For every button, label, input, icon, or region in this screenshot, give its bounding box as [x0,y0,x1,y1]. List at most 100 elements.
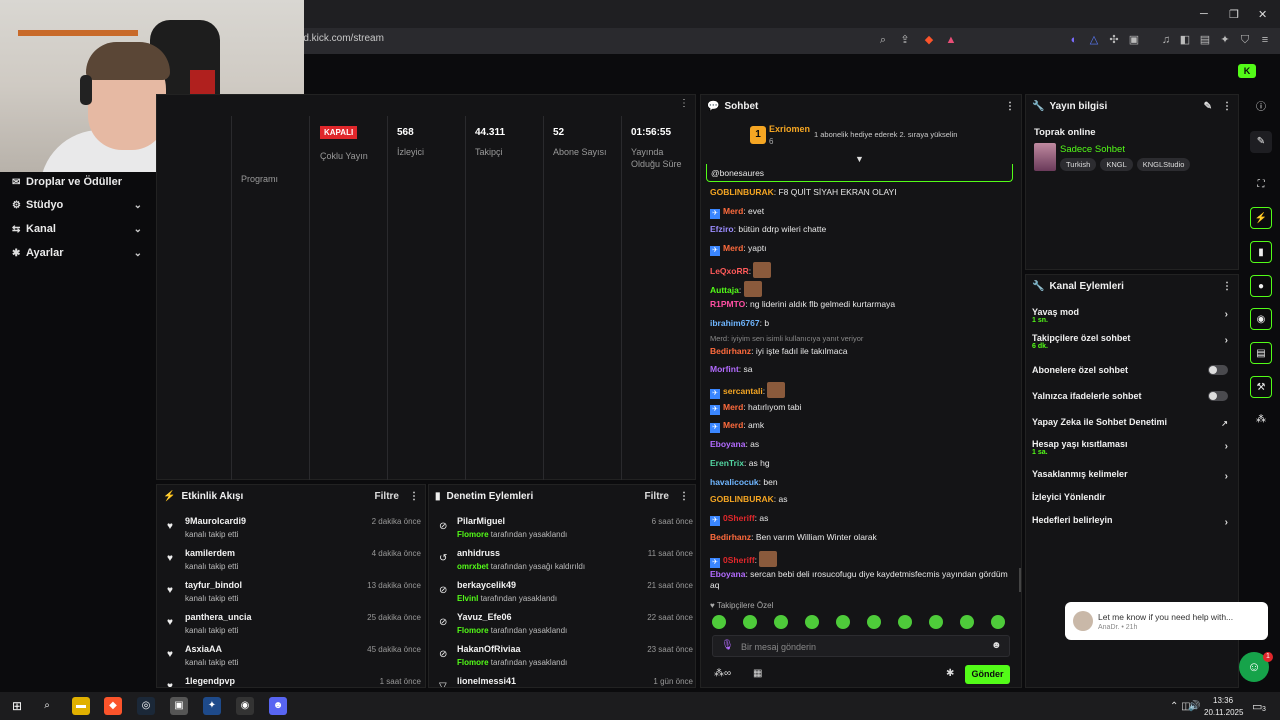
channel-action-item[interactable]: Hesap yaşı kısıtlaması 1 sa. › [1032,439,1234,456]
layers-icon[interactable]: ▤ [1250,342,1272,364]
chat-username[interactable]: Bedirhanz [710,532,751,542]
channel-action-item[interactable]: Yavaş mod 1 sn. › [1032,307,1234,324]
more-options-icon[interactable]: ⋮ [1222,101,1232,112]
crop-icon[interactable]: ⛶ [1250,174,1272,196]
app-icon[interactable]: ✦ [203,697,221,715]
brave-icon[interactable]: ◆ [104,697,122,715]
chat-username[interactable]: R1PMTO [710,299,745,309]
moderator-name[interactable]: Flomore [457,658,489,667]
store-icon[interactable]: ▦ [753,668,762,679]
sidebar-icon[interactable]: ◧ [1178,33,1192,47]
clock-time[interactable]: 13:36 [1213,696,1233,705]
chat-message[interactable]: Bedirhanz: iyi işte fadıl ile takılmaca [710,346,1010,357]
sidebar-item-drops[interactable]: ✉ Droplar ve Ödüller [12,173,142,191]
chat-username[interactable]: Merd [723,206,743,216]
filter-button[interactable]: Filtre [645,491,669,502]
emote-icon[interactable] [836,615,850,629]
sidebar-item-studio[interactable]: ⚙ Stüdyo ⌄ [12,196,142,214]
chat-username[interactable]: GOBLINBURAK [710,187,774,197]
chat-message[interactable]: havalicocuk: ben [710,477,1010,488]
emote-icon[interactable] [991,615,1005,629]
list-item[interactable]: ♥ AsxiaAA kanalı takip etti 45 dakika ön… [163,643,423,671]
search-icon[interactable]: ⌕ [38,697,56,715]
chat-bubble-icon[interactable]: ● [1250,275,1272,297]
screenshot-icon[interactable]: ▣ [1127,33,1141,47]
more-options-icon[interactable]: ⋮ [679,491,689,502]
chat-message[interactable]: ✈ sercantali: [710,382,1010,399]
chat-message[interactable]: Auttaja: [710,281,1010,297]
notifications-icon[interactable]: ▭ [1252,700,1262,713]
menu-icon[interactable]: ≡ [1258,33,1272,47]
emote-icon[interactable] [929,615,943,629]
chat-message[interactable]: GOBLINBURAK: as [710,494,1010,505]
tag[interactable]: KNGL [1100,158,1133,171]
chat-username[interactable]: Auttaja [710,285,739,295]
chat-message[interactable]: ✈ 0Sheriff: [710,551,1010,568]
moderator-name[interactable]: Flomore [457,530,489,539]
app-icon[interactable]: ▣ [170,697,188,715]
media-icon[interactable]: ♫ [1159,33,1173,47]
zoom-icon[interactable]: ⌕ [876,33,890,47]
chat-message[interactable]: LeQxoRR: [710,262,1010,278]
chat-username[interactable]: 0Sheriff [723,555,755,565]
chat-message[interactable]: Eboyana: sercan bebi deli ırosucofugu di… [710,569,1010,591]
moderator-name[interactable]: omrxbet [457,562,489,571]
list-item[interactable]: ♥ panthera_uncia kanalı takip etti 25 da… [163,611,423,639]
chat-username[interactable]: ibrahim6767 [710,318,760,328]
tag[interactable]: Turkish [1060,158,1097,171]
list-item[interactable]: ♥ 9Maurolcardi9 kanalı takip etti 2 daki… [163,515,423,543]
chat-message[interactable]: ✈ Merd: hatırlıyom tabi [710,402,1010,415]
steam-icon[interactable]: ◎ [137,697,155,715]
list-item[interactable]: ♥ tayfur_bindol kanalı takip etti 13 dak… [163,579,423,607]
sidebar-item-channel[interactable]: ⇆ Kanal ⌄ [12,220,142,238]
maximize-button[interactable]: ❐ [1229,8,1239,21]
emote-icon[interactable] [712,615,726,629]
toggle-switch[interactable] [1208,391,1228,401]
wallet-icon[interactable]: ▤ [1198,33,1212,47]
chat-username[interactable]: GOBLINBURAK [710,494,774,504]
send-button[interactable]: Gönder [965,665,1010,684]
collapse-icon[interactable]: ▼ [855,154,864,164]
share-icon[interactable]: ⇪ [898,33,912,47]
chat-input[interactable]: 🎙 Bir mesaj gönderin ☻ [712,635,1010,657]
wrench-icon[interactable]: ⚒ [1250,376,1272,398]
emote-icon[interactable] [743,615,757,629]
chat-message[interactable]: Efziro: bütün ddrp wileri chatte [710,224,1010,235]
chat-message[interactable]: ✈ Merd: evet [710,206,1010,219]
rewards-icon[interactable]: ▲ [944,33,958,47]
channel-action-item[interactable]: Yapay Zeka ile Sohbet Denetimi ↗ [1032,417,1234,428]
vpn-icon[interactable]: △ [1087,33,1101,47]
moderator-name[interactable]: Flomore [457,626,489,635]
list-item[interactable]: ▽ lionelmessi41 1 gün önce [435,675,695,687]
more-options-icon[interactable]: ⋮ [679,98,689,109]
toggle-switch[interactable] [1208,365,1228,375]
moderator-name[interactable]: Elvinl [457,594,478,603]
shield-icon[interactable]: ⛉ [1238,33,1252,47]
edit-icon[interactable]: ✎ [1250,131,1272,153]
channel-action-item[interactable]: Hedefleri belirleyin › [1032,515,1234,528]
channel-action-item[interactable]: Yalnızca ifadelerle sohbet [1032,391,1234,401]
chat-username[interactable]: ErenTrix [710,458,744,468]
list-item[interactable]: ⊘ Yavuz_Efe06 Flomore tarafından yasakla… [435,611,695,639]
channel-action-item[interactable]: Abonelere özel sohbet [1032,365,1234,375]
chat-username[interactable]: Bedirhanz [710,346,751,356]
chat-message[interactable]: ✈ 0Sheriff: as [710,513,1010,526]
volume-icon[interactable]: 🔊 [1188,701,1200,712]
chat-username[interactable]: havalicocuk [710,477,759,487]
chat-message[interactable]: Eboyana: as [710,439,1010,450]
close-button[interactable]: ✕ [1258,8,1267,21]
chat-username[interactable]: Merd [723,243,743,253]
list-item[interactable]: ↺ anhidruss omrxbet tarafından yasağı ka… [435,547,695,575]
points-icon[interactable]: ⁂∞ [714,668,731,679]
more-options-icon[interactable]: ⋮ [1005,101,1015,112]
chat-username[interactable]: Eboyana [710,439,745,449]
list-item[interactable]: ⊘ berkaycelik49 Elvinl tarafından yasakl… [435,579,695,607]
chat-username[interactable]: Morfint [710,364,739,374]
emote-icon[interactable] [960,615,974,629]
chat-username[interactable]: Efziro [710,224,734,234]
chat-username[interactable]: LeQxoRR [710,266,749,276]
puzzle-icon[interactable]: ✣ [1107,33,1121,47]
top-gifter-name[interactable]: Exriomen [769,124,810,134]
channel-action-item[interactable]: Takipçilere özel sohbet 6 dk. › [1032,333,1234,350]
category-name[interactable]: Sadece Sohbet [1060,144,1125,155]
